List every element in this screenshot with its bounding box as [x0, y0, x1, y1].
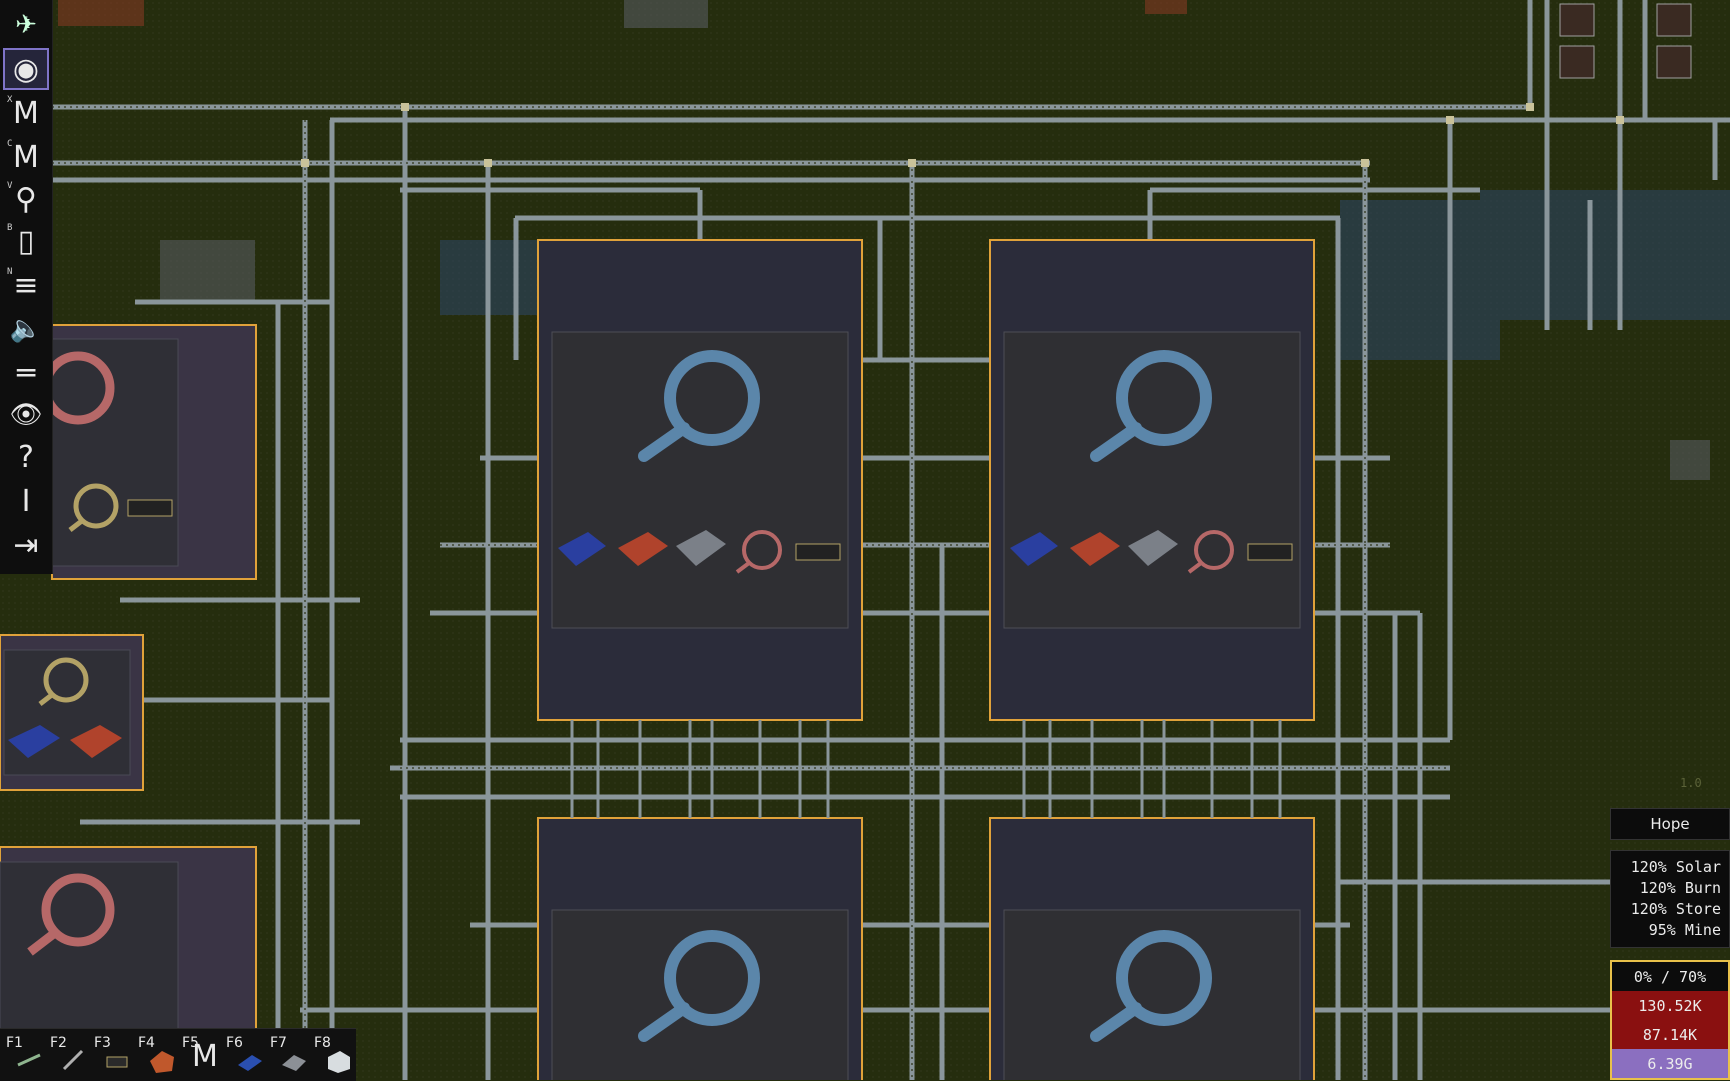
rate-burn: 120% Burn [1639, 879, 1721, 897]
factory-left-2[interactable] [0, 634, 144, 791]
build-hotkey: X [7, 95, 13, 105]
factory-left-1[interactable] [41, 324, 257, 580]
hotbar-slot-f6[interactable]: F6 [220, 1029, 264, 1081]
info-icon: I [21, 483, 31, 519]
build-icon: M [192, 1039, 218, 1074]
rate-store: 120% Store [1630, 900, 1721, 918]
blueprint-hotkey: B [7, 223, 13, 233]
rate-solar: 120% Solar [1630, 858, 1721, 876]
hotbar-slot-f2[interactable]: F2 [44, 1029, 88, 1081]
hotbar: F1 F2 F3 F4 F5 M F6 F7 F8 [0, 1028, 356, 1081]
drone-icon [17, 1053, 41, 1067]
rock-icon [282, 1055, 306, 1071]
hotbar-slot-f8[interactable]: F8 [308, 1029, 352, 1081]
factory-bottom-left[interactable] [537, 817, 863, 1080]
hotbar-slot-f4[interactable]: F4 [132, 1029, 176, 1081]
blueprint-icon: ▯ [17, 223, 35, 259]
help-icon: ? [18, 439, 34, 475]
copper-ore-icon [150, 1051, 174, 1073]
factory-top-left[interactable] [537, 239, 863, 721]
globe-icon: ◉ [12, 51, 40, 87]
rail-network[interactable] [0, 0, 1730, 1080]
build-tool-button[interactable]: X M [5, 94, 47, 132]
factory-bottom-right[interactable] [989, 817, 1315, 1080]
stats-hotkey: N [7, 267, 13, 277]
hotbar-slot-f5[interactable]: F5 M [176, 1029, 220, 1081]
blueprint-tool-button[interactable]: B ▯ [5, 222, 47, 260]
sound-tool-button[interactable]: 🔈 [5, 310, 47, 348]
menu-icon: ═ [16, 355, 36, 391]
rates-panel: 120% Solar 120% Burn 120% Store 95% Mine [1610, 850, 1730, 948]
magnifier-icon: ⚲ [15, 181, 37, 217]
faction-name[interactable]: Hope [1610, 808, 1730, 840]
world-tool-button[interactable]: ◉ [3, 48, 49, 90]
factory-top-right[interactable] [989, 239, 1315, 721]
left-toolbar: ✈ ◉ X M C M V ⚲ B ▯ N ≡ 🔈 ═ 👁 ? I ⇥ [0, 0, 53, 574]
inspect-tool-button[interactable]: V ⚲ [5, 180, 47, 218]
inspect-hotkey: V [7, 181, 13, 191]
move-hotkey: C [7, 139, 13, 149]
resource-3-value: 6.39G [1612, 1049, 1728, 1078]
chip-icon [106, 1056, 128, 1068]
stats-tool-button[interactable]: N ≡ [5, 266, 47, 304]
move-icon: M [13, 139, 39, 175]
drone-icon: ✈ [15, 10, 37, 40]
help-tool-button[interactable]: ? [5, 438, 47, 476]
version-label: 1.0 [1680, 776, 1702, 790]
drone-tool-button[interactable]: ✈ [5, 6, 47, 44]
hotbar-slot-f7[interactable]: F7 [264, 1029, 308, 1081]
game-world[interactable] [0, 0, 1730, 1080]
move-tool-button[interactable]: C M [5, 138, 47, 176]
speaker-icon: 🔈 [9, 314, 43, 344]
solar-panel-icon [238, 1055, 262, 1071]
eye-icon: 👁 [9, 400, 43, 430]
hotbar-slot-f3[interactable]: F3 [88, 1029, 132, 1081]
menu-tool-button[interactable]: ═ [5, 354, 47, 392]
exit-tool-button[interactable]: ⇥ [5, 526, 47, 564]
crate-icon [328, 1051, 350, 1073]
tracks-icon [62, 1049, 84, 1071]
build-icon: M [13, 95, 39, 131]
resource-panel: 0% / 70% 130.52K 87.14K 6.39G [1610, 960, 1730, 1080]
info-tool-button[interactable]: I [5, 482, 47, 520]
rate-mine: 95% Mine [1648, 921, 1721, 939]
stats-icon: ≡ [13, 267, 39, 303]
resource-2-value: 87.14K [1612, 1020, 1728, 1049]
station-buildings[interactable] [1559, 3, 1692, 79]
resource-1-value: 130.52K [1612, 991, 1728, 1020]
exit-icon: ⇥ [13, 527, 39, 563]
power-ratio: 0% / 70% [1612, 962, 1728, 991]
view-tool-button[interactable]: 👁 [5, 396, 47, 434]
hotbar-slot-f1[interactable]: F1 [0, 1029, 44, 1081]
